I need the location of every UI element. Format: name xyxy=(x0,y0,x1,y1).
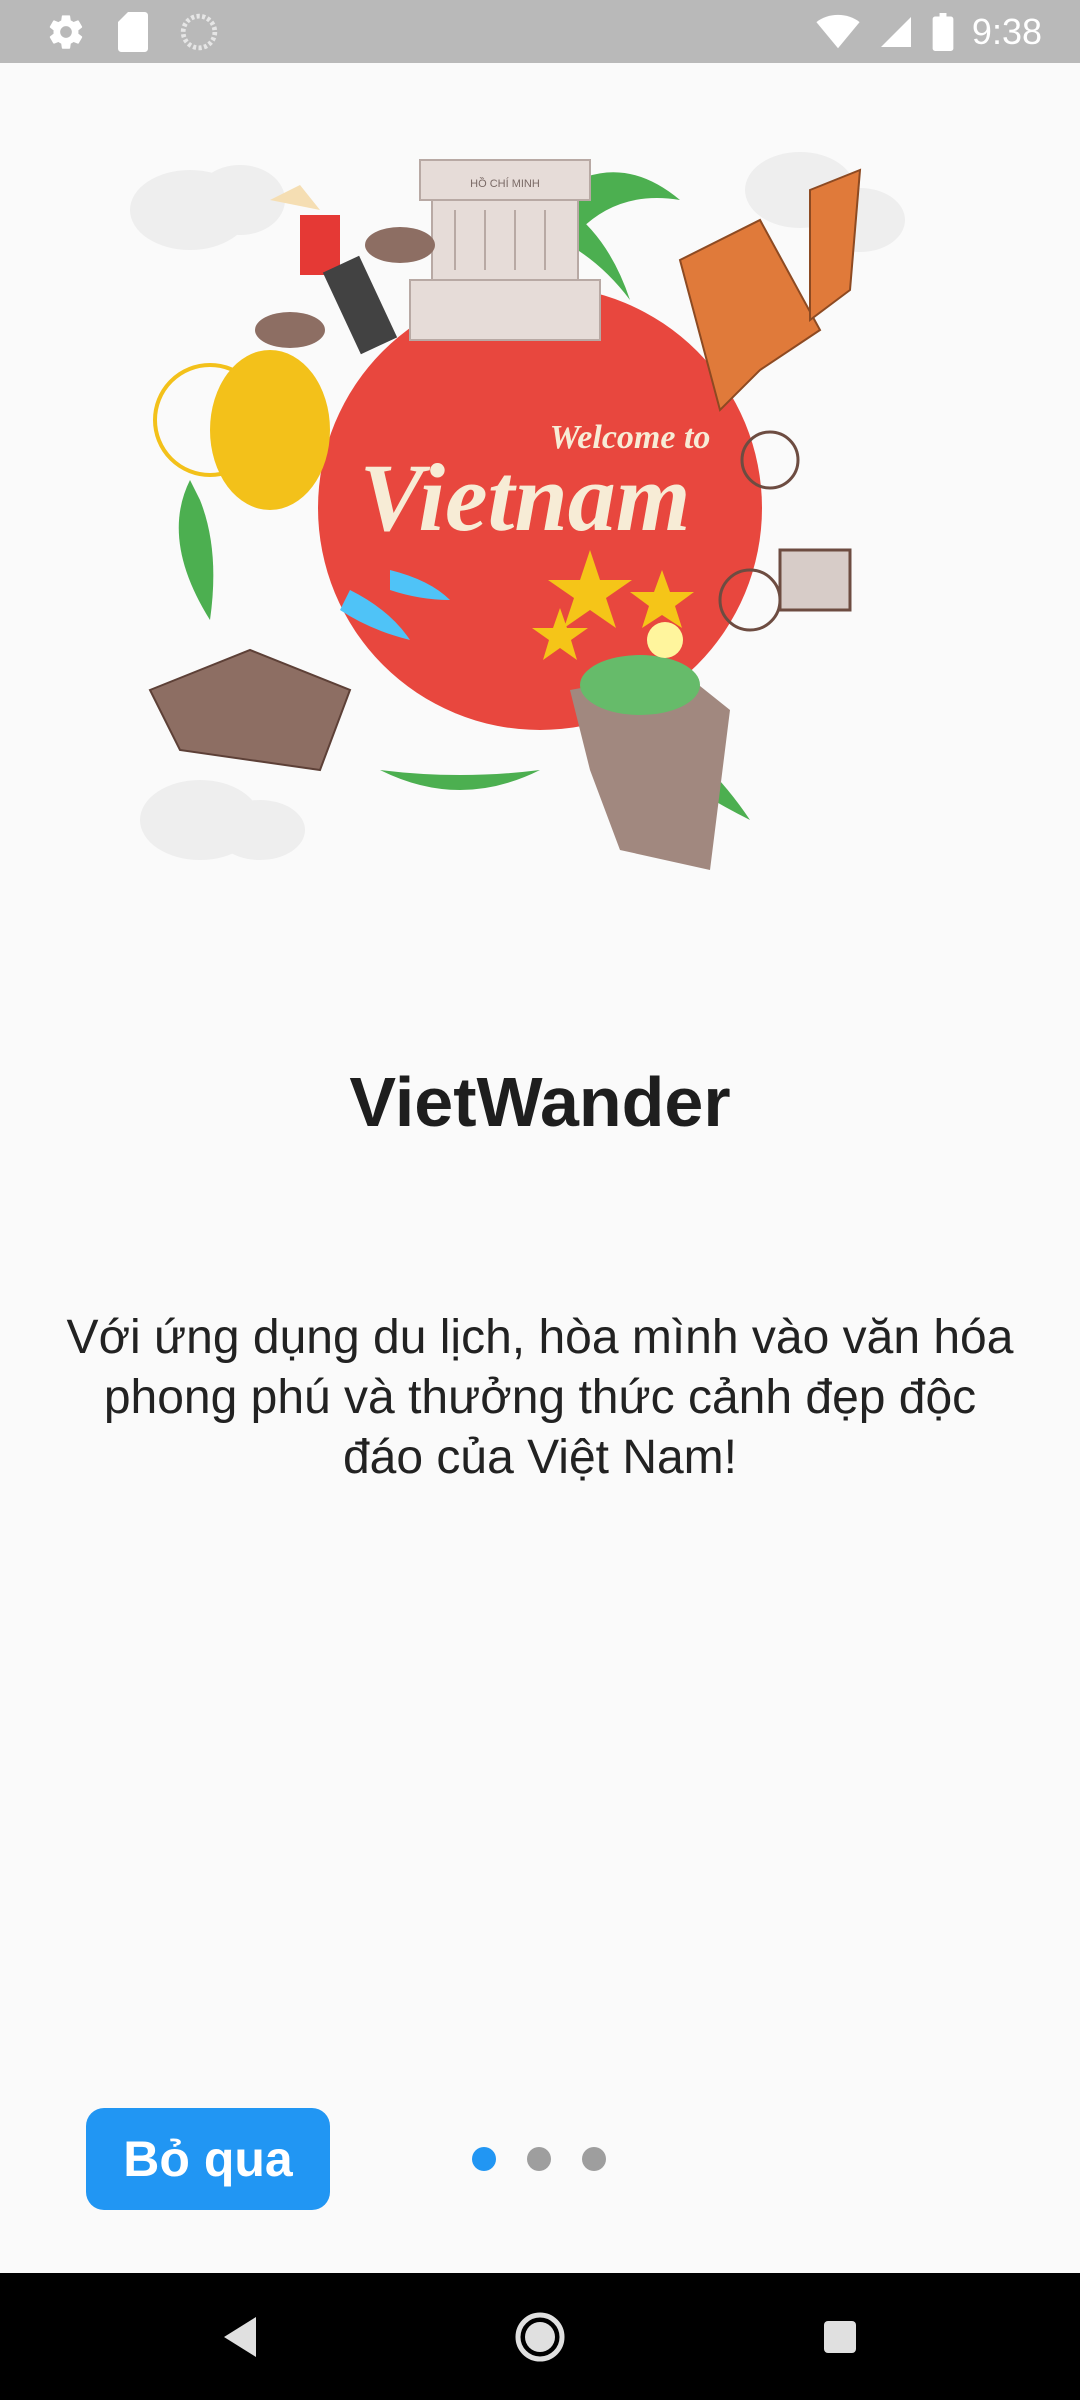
stilt-house xyxy=(148,648,352,772)
page-dot-1[interactable] xyxy=(472,2147,496,2171)
signal-icon xyxy=(878,14,914,50)
flower xyxy=(647,622,683,658)
status-bar-right: 9:38 xyxy=(816,11,1042,53)
battery-icon xyxy=(932,12,954,51)
welcome-illustration: HỒ CHÍ MINH Welcome to Vietnam xyxy=(120,130,940,890)
status-time: 9:38 xyxy=(971,10,1042,52)
sd-card-icon xyxy=(116,11,150,52)
onboarding-description: Với ứng dụng du lịch, hòa mình vào văn h… xyxy=(66,1311,1014,1484)
status-bar-left xyxy=(46,11,218,52)
app-title: VietWander xyxy=(349,1063,731,1141)
page-indicator xyxy=(472,2147,606,2171)
status-bar: 9:38 xyxy=(0,0,1080,63)
page-dot-3[interactable] xyxy=(582,2147,606,2171)
rock-island xyxy=(570,655,730,870)
vietnam-text: Vietnam xyxy=(360,444,691,551)
settings-icon xyxy=(46,12,86,52)
skip-button[interactable]: Bỏ qua xyxy=(86,2108,330,2210)
back-icon[interactable] xyxy=(214,2311,266,2363)
page-dot-2[interactable] xyxy=(527,2147,551,2171)
navigation-bar xyxy=(0,2273,1080,2400)
loading-icon xyxy=(180,13,218,51)
wifi-icon xyxy=(816,14,860,50)
landmark-label: HỒ CHÍ MINH xyxy=(470,177,540,190)
home-icon[interactable] xyxy=(514,2311,566,2363)
recents-icon[interactable] xyxy=(814,2311,866,2363)
buddha-statue xyxy=(153,350,330,510)
